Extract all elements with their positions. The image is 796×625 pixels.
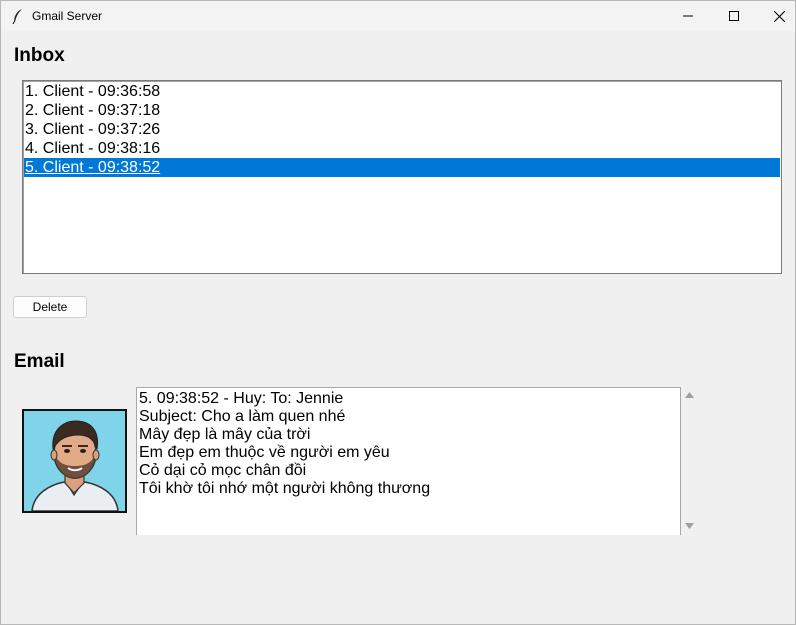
email-scrollbar[interactable]: [681, 387, 697, 535]
inbox-heading: Inbox: [14, 45, 65, 66]
email-heading: Email: [14, 351, 65, 372]
avatar: [22, 409, 127, 513]
title-bar[interactable]: Gmail Server: [1, 1, 795, 31]
inbox-item[interactable]: 1. Client - 09:36:58: [24, 82, 780, 101]
email-body[interactable]: 5. 09:38:52 - Huy: To: Jennie Subject: Ch…: [136, 387, 681, 535]
close-button[interactable]: [756, 1, 796, 31]
scroll-down-arrow-icon: [685, 523, 694, 529]
window-title: Gmail Server: [32, 9, 103, 23]
maximize-icon: [729, 11, 739, 21]
inbox-item-selected[interactable]: 5. Client - 09:38:52: [24, 158, 780, 177]
email-line: Cỏ dại cỏ mọc chân đồi: [139, 462, 307, 479]
app-window: Gmail Server Inbox 1. Client - 09:36:58 …: [0, 0, 796, 625]
inbox-item[interactable]: 4. Client - 09:38:16: [24, 139, 780, 158]
email-line: Mây đẹp là mây của trời: [139, 426, 311, 443]
email-line: 5. 09:38:52 - Huy: To: Jennie: [139, 390, 344, 407]
inbox-item[interactable]: 3. Client - 09:37:26: [24, 120, 780, 139]
email-line: Subject: Cho a làm quen nhé: [139, 408, 346, 425]
delete-button[interactable]: Delete: [13, 296, 87, 318]
inbox-listbox[interactable]: 1. Client - 09:36:58 2. Client - 09:37:1…: [22, 80, 782, 274]
close-icon: [773, 10, 785, 22]
maximize-button[interactable]: [711, 1, 757, 31]
minimize-button[interactable]: [665, 1, 711, 31]
scroll-up-arrow-icon: [685, 392, 694, 398]
feather-icon: [11, 8, 25, 25]
email-line: Em đẹp em thuộc về người em yêu: [139, 444, 390, 461]
email-line: Tôi khờ tôi nhớ một người không thương: [139, 480, 431, 497]
minimize-icon: [683, 15, 693, 17]
inbox-item[interactable]: 2. Client - 09:37:18: [24, 101, 780, 120]
